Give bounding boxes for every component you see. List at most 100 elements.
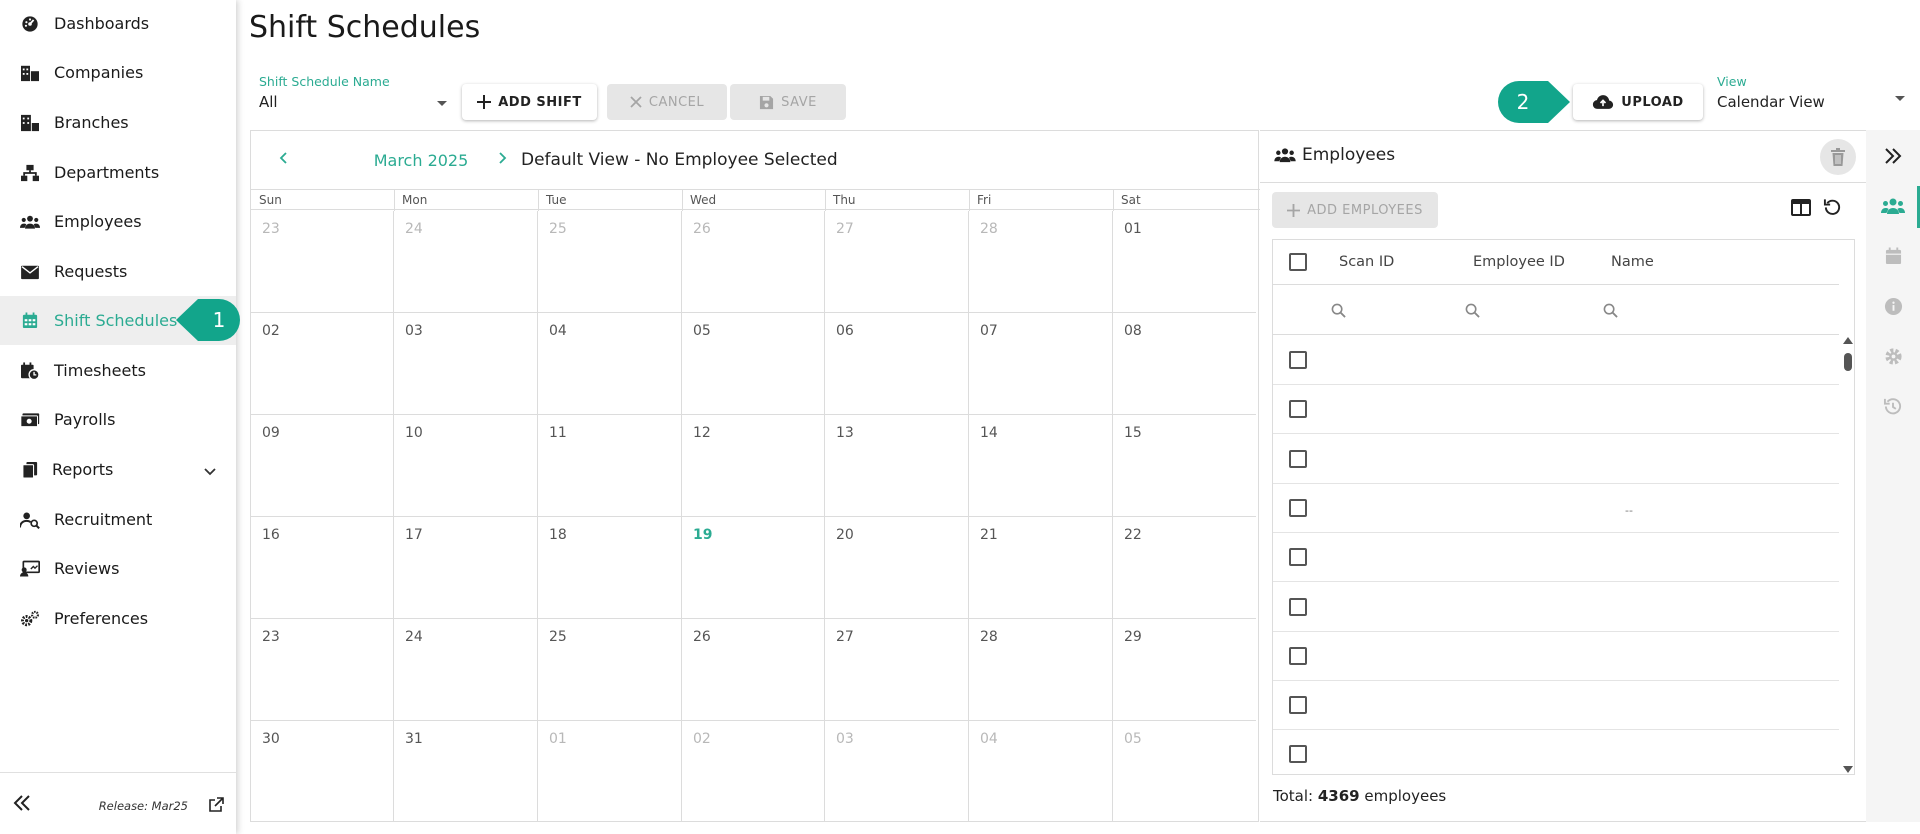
scroll-down-arrow-icon[interactable] [1843,766,1853,773]
calendar-day-cell[interactable]: 12 [682,415,825,517]
calendar-day-cell[interactable]: 11 [538,415,682,517]
view-select[interactable]: View Calendar View [1717,74,1907,111]
expand-panel-button[interactable] [1866,132,1920,180]
sidebar-item-departments[interactable]: Departments [0,148,236,197]
calendar-day-cell[interactable]: 26 [682,619,825,721]
search-icon[interactable] [1465,303,1480,322]
table-row[interactable] [1273,583,1839,632]
calendar-day-cell[interactable]: 07 [969,313,1113,415]
scrollbar[interactable] [1839,335,1854,774]
calendar-day-cell[interactable]: 27 [825,211,969,313]
calendar-day-cell[interactable]: 15 [1113,415,1256,517]
calendar-day-cell[interactable]: 29 [1113,619,1256,721]
sidebar-item-payrolls[interactable]: Payrolls [0,395,236,444]
rail-tab-settings[interactable] [1866,332,1920,380]
calendar-day-cell[interactable]: 17 [394,517,538,619]
calendar-day-cell[interactable]: 05 [1113,721,1256,821]
calendar-day-cell[interactable]: 16 [251,517,394,619]
calendar-day-cell[interactable]: 02 [682,721,825,821]
add-shift-button[interactable]: ADD SHIFT [462,84,597,120]
row-checkbox[interactable] [1289,400,1307,419]
collapse-sidebar-icon[interactable] [13,795,31,815]
calendar-day-cell[interactable]: 08 [1113,313,1256,415]
search-icon[interactable] [1603,303,1618,322]
calendar-day-cell[interactable]: 27 [825,619,969,721]
calendar-day-cell[interactable]: 22 [1113,517,1256,619]
calendar-day-cell[interactable]: 23 [251,619,394,721]
chevron-right-icon[interactable] [497,150,507,169]
calendar-day-cell[interactable]: 25 [538,211,682,313]
calendar-day-cell[interactable]: 20 [825,517,969,619]
column-header-scan-id[interactable]: Scan ID [1339,254,1394,270]
calendar-day-cell[interactable]: 19 [682,517,825,619]
calendar-day-cell[interactable]: 30 [251,721,394,821]
calendar-day-cell[interactable]: 25 [538,619,682,721]
row-checkbox[interactable] [1289,449,1307,468]
calendar-day-cell[interactable]: 26 [682,211,825,313]
search-icon[interactable] [1331,303,1346,322]
upload-button[interactable]: UPLOAD [1573,84,1703,120]
calendar-day-cell[interactable]: 04 [969,721,1113,821]
calendar-day-cell[interactable]: 23 [251,211,394,313]
sidebar-item-recruitment[interactable]: Recruitment [0,495,236,544]
add-employees-button[interactable]: ADD EMPLOYEES [1272,192,1438,228]
calendar-day-cell[interactable]: 24 [394,619,538,721]
sidebar-item-reports[interactable]: Reports [0,445,236,494]
save-button[interactable]: SAVE [730,84,846,120]
row-checkbox[interactable] [1289,745,1307,764]
calendar-day-cell[interactable]: 13 [825,415,969,517]
rail-tab-history[interactable] [1866,382,1920,430]
sidebar-item-requests[interactable]: Requests [0,247,236,296]
calendar-day-cell[interactable]: 06 [825,313,969,415]
sidebar-item-preferences[interactable]: Preferences [0,594,236,643]
row-checkbox[interactable] [1289,498,1307,517]
calendar-day-cell[interactable]: 24 [394,211,538,313]
row-checkbox[interactable] [1289,696,1307,715]
calendar-day-cell[interactable]: 02 [251,313,394,415]
column-header-name[interactable]: Name [1611,254,1654,270]
calendar-day-cell[interactable]: 28 [969,211,1113,313]
sidebar-item-reviews[interactable]: Reviews [0,544,236,593]
calendar-day-cell[interactable]: 03 [825,721,969,821]
rail-tab-info[interactable] [1866,282,1920,330]
sidebar-item-employees[interactable]: Employees [0,197,236,246]
external-link-icon[interactable] [208,797,224,817]
rail-tab-calendar[interactable] [1866,232,1920,280]
cancel-button[interactable]: CANCEL [607,84,727,120]
table-row[interactable] [1273,435,1839,484]
calendar-day-cell[interactable]: 01 [538,721,682,821]
row-checkbox[interactable] [1289,351,1307,369]
calendar-day-cell[interactable]: 18 [538,517,682,619]
calendar-day-cell[interactable]: 03 [394,313,538,415]
table-row[interactable]: -- [1273,484,1839,533]
chevron-left-icon[interactable] [279,150,289,169]
shift-schedule-name-select[interactable]: Shift Schedule Name All [259,74,449,111]
table-row[interactable] [1273,632,1839,681]
row-checkbox[interactable] [1289,646,1307,665]
columns-icon[interactable] [1791,199,1811,220]
calendar-day-cell[interactable]: 31 [394,721,538,821]
calendar-day-cell[interactable]: 10 [394,415,538,517]
sidebar-item-dashboards[interactable]: Dashboards [0,0,236,48]
select-all-checkbox[interactable] [1289,253,1307,271]
calendar-day-cell[interactable]: 14 [969,415,1113,517]
sidebar-item-companies[interactable]: Companies [0,48,236,97]
table-row[interactable] [1273,533,1839,583]
row-checkbox[interactable] [1289,548,1307,567]
scrollbar-thumb[interactable] [1844,353,1852,371]
row-checkbox[interactable] [1289,597,1307,616]
calendar-month[interactable]: March 2025 [351,151,491,170]
table-row[interactable] [1273,385,1839,435]
calendar-day-cell[interactable]: 09 [251,415,394,517]
refresh-icon[interactable] [1823,197,1842,220]
rail-tab-employees[interactable] [1866,182,1920,230]
table-row[interactable] [1273,730,1839,774]
sidebar-item-branches[interactable]: Branches [0,98,236,147]
column-header-employee-id[interactable]: Employee ID [1473,254,1565,270]
table-row[interactable] [1273,336,1839,385]
calendar-day-cell[interactable]: 01 [1113,211,1256,313]
calendar-day-cell[interactable]: 28 [969,619,1113,721]
calendar-day-cell[interactable]: 21 [969,517,1113,619]
calendar-day-cell[interactable]: 04 [538,313,682,415]
scroll-up-arrow-icon[interactable] [1843,337,1853,344]
